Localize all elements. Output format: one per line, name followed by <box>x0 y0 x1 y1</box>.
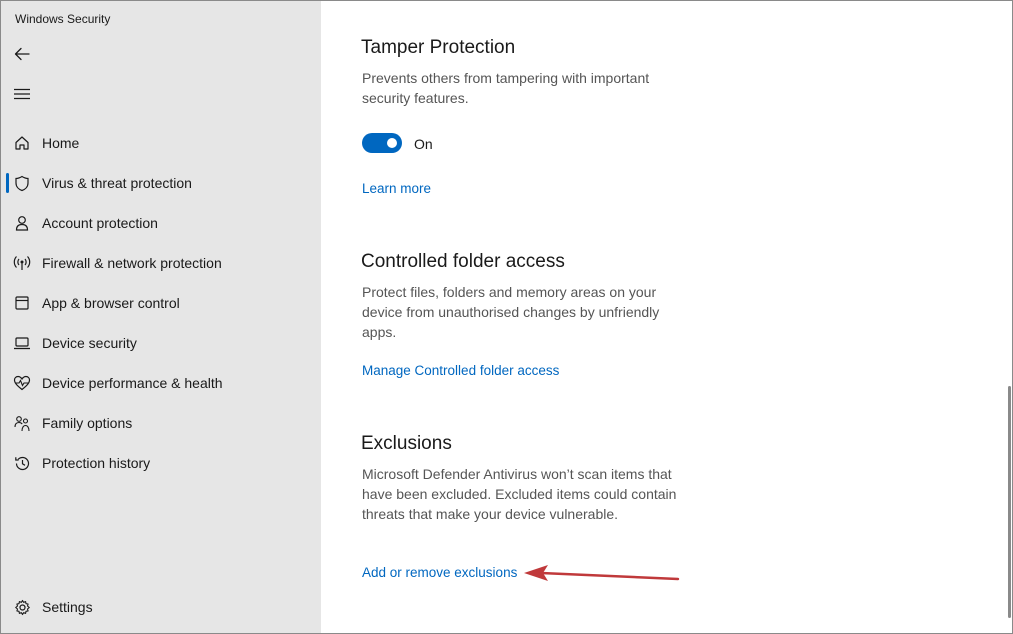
sidebar-item-label: Device performance & health <box>42 375 223 391</box>
wifi-antenna-icon <box>13 254 31 272</box>
browser-window-icon <box>13 294 31 312</box>
gear-icon <box>13 598 31 616</box>
tamper-protection-description: Prevents others from tampering with impo… <box>362 70 650 106</box>
sidebar-item-family-options[interactable]: Family options <box>1 403 321 443</box>
learn-more-link[interactable]: Learn more <box>362 181 431 196</box>
manage-controlled-folder-access-link[interactable]: Manage Controlled folder access <box>362 363 559 378</box>
exclusions-description: Microsoft Defender Antivirus won’t scan … <box>362 466 677 522</box>
back-button[interactable] <box>7 39 37 69</box>
sidebar-item-label: Account protection <box>42 215 158 231</box>
sidebar-item-device-security[interactable]: Device security <box>1 323 321 363</box>
shield-icon <box>13 174 31 192</box>
sidebar-item-virus-threat-protection[interactable]: Virus & threat protection <box>1 163 321 203</box>
sidebar-item-device-performance-health[interactable]: Device performance & health <box>1 363 321 403</box>
sidebar-item-protection-history[interactable]: Protection history <box>1 443 321 483</box>
tamper-protection-toggle[interactable] <box>362 133 402 153</box>
vertical-scrollbar[interactable] <box>1008 386 1011 618</box>
main-content: Tamper Protection Prevents others from t… <box>321 1 1012 633</box>
controlled-folder-access-title: Controlled folder access <box>361 251 565 272</box>
sidebar-item-label: Home <box>42 135 80 151</box>
app-title: Windows Security <box>15 12 111 26</box>
selection-indicator <box>6 173 9 193</box>
sidebar-item-account-protection[interactable]: Account protection <box>1 203 321 243</box>
controlled-folder-access-description: Protect files, folders and memory areas … <box>362 284 660 340</box>
sidebar: Windows Security Home Virus & threat pro <box>1 1 321 633</box>
sidebar-item-label: Device security <box>42 335 137 351</box>
sidebar-item-label: Firewall & network protection <box>42 255 222 271</box>
sidebar-item-label: Protection history <box>42 455 151 471</box>
heart-pulse-icon <box>13 374 31 392</box>
sidebar-item-label: Family options <box>42 415 133 431</box>
sidebar-item-app-browser-control[interactable]: App & browser control <box>1 283 321 323</box>
exclusions-title: Exclusions <box>361 433 452 454</box>
history-icon <box>13 454 31 472</box>
add-remove-exclusions-link[interactable]: Add or remove exclusions <box>362 565 517 580</box>
sidebar-item-settings[interactable]: Settings <box>1 587 321 627</box>
person-icon <box>13 214 31 232</box>
hamburger-icon <box>14 88 30 100</box>
hamburger-menu-button[interactable] <box>7 79 37 109</box>
sidebar-item-label: App & browser control <box>42 295 180 311</box>
tamper-protection-title: Tamper Protection <box>361 37 516 58</box>
laptop-icon <box>13 334 31 352</box>
toggle-knob <box>387 138 397 148</box>
sidebar-item-label: Virus & threat protection <box>42 175 192 191</box>
family-icon <box>13 414 31 432</box>
sidebar-item-firewall-network-protection[interactable]: Firewall & network protection <box>1 243 321 283</box>
windows-security-window: Windows Security Home Virus & threat pro <box>0 0 1013 634</box>
sidebar-item-label: Settings <box>42 599 93 615</box>
home-icon <box>13 134 31 152</box>
sidebar-item-home[interactable]: Home <box>1 123 321 163</box>
toggle-state-label: On <box>414 136 433 152</box>
back-arrow-icon <box>14 47 30 61</box>
